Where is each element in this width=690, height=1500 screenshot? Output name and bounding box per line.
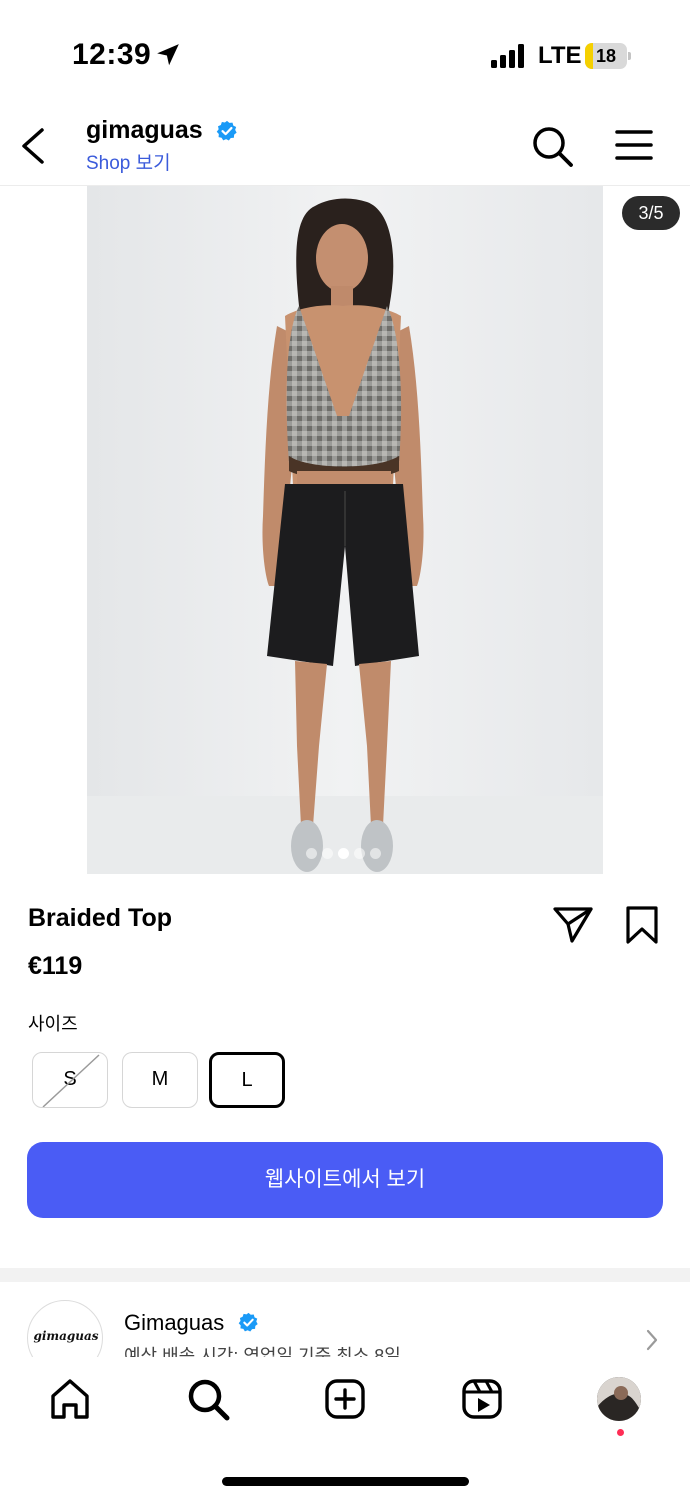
view-shop-link[interactable]: Shop 보기 bbox=[86, 148, 171, 175]
shop-card[interactable]: gimaguas Gimaguas 예상 배송 시간: 영업일 기준 최소 8일 bbox=[0, 1282, 690, 1357]
model-photo bbox=[87, 186, 603, 874]
menu-icon[interactable] bbox=[614, 128, 654, 162]
create-post-icon[interactable] bbox=[323, 1377, 367, 1421]
status-bar: 12:39 LTE 18 bbox=[0, 0, 690, 110]
search-icon[interactable] bbox=[530, 124, 574, 168]
section-divider bbox=[0, 1268, 690, 1282]
carousel-dot bbox=[338, 848, 349, 859]
size-option-l[interactable]: L bbox=[209, 1052, 285, 1108]
home-icon[interactable] bbox=[48, 1377, 92, 1421]
reels-icon[interactable] bbox=[460, 1377, 504, 1421]
size-option-s[interactable]: S bbox=[32, 1052, 108, 1108]
shop-logo-text: gimaguas bbox=[33, 1329, 99, 1343]
bookmark-icon[interactable] bbox=[622, 904, 662, 946]
product-name: Braided Top bbox=[28, 904, 172, 932]
shop-name[interactable]: Gimaguas bbox=[124, 1310, 224, 1336]
shop-header: gimaguas Shop 보기 bbox=[0, 110, 690, 186]
product-price: €119 bbox=[28, 952, 83, 980]
search-tab-icon[interactable] bbox=[186, 1377, 230, 1421]
product-image[interactable] bbox=[87, 186, 603, 874]
verified-badge-icon bbox=[238, 1312, 258, 1332]
notification-dot bbox=[617, 1429, 624, 1436]
location-arrow-icon bbox=[157, 44, 179, 66]
cellular-signal-icon bbox=[491, 44, 524, 68]
unavailable-strike-icon bbox=[42, 1054, 100, 1107]
view-on-website-button[interactable]: 웹사이트에서 보기 bbox=[27, 1142, 663, 1218]
share-icon[interactable] bbox=[552, 904, 594, 944]
size-option-label: L bbox=[241, 1069, 253, 1091]
carousel-dots bbox=[306, 848, 386, 860]
chevron-right-icon[interactable] bbox=[644, 1328, 660, 1352]
carousel-dot bbox=[370, 848, 381, 859]
avatar-image bbox=[597, 1377, 641, 1421]
profile-avatar[interactable] bbox=[597, 1377, 641, 1421]
back-arrow-icon[interactable] bbox=[14, 124, 54, 168]
size-option-m[interactable]: M bbox=[122, 1052, 198, 1108]
battery-icon: 18 bbox=[585, 43, 631, 69]
status-time: 12:39 bbox=[72, 38, 152, 71]
network-type: LTE bbox=[538, 42, 582, 69]
verified-badge-icon bbox=[216, 120, 237, 141]
account-name[interactable]: gimaguas bbox=[86, 116, 203, 145]
home-indicator[interactable] bbox=[222, 1477, 469, 1486]
carousel-dot bbox=[322, 848, 333, 859]
delivery-estimate: 예상 배송 시간: 영업일 기준 최소 8일 bbox=[124, 1346, 401, 1357]
carousel-dot bbox=[354, 848, 365, 859]
bottom-tab-bar bbox=[0, 1357, 690, 1500]
shop-logo[interactable]: gimaguas bbox=[27, 1300, 103, 1357]
battery-percent: 18 bbox=[595, 46, 617, 66]
carousel-dot bbox=[306, 848, 317, 859]
size-option-label: M bbox=[151, 1068, 169, 1090]
size-label: 사이즈 bbox=[28, 1014, 78, 1034]
image-counter: 3/5 bbox=[622, 196, 680, 230]
